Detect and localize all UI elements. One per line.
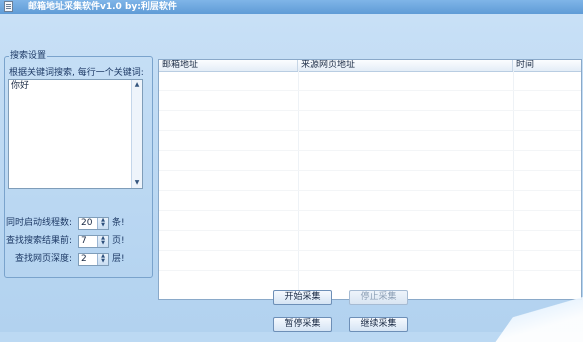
stop-button[interactable]: 停止采集 — [349, 290, 408, 305]
arrow-up-icon[interactable]: ▲ — [132, 80, 142, 90]
column-header-time[interactable]: 时间 — [513, 60, 581, 71]
main-window: 搜索设置 根据关键词搜索, 每行一个关键词: 你好 ▲ ▼ 同时启动线程数: 2… — [0, 14, 583, 342]
result-pages-setting: 查找搜索结果前: 7 ▲ ▼ 页! — [5, 235, 154, 248]
page-depth-setting: 查找网页深度: 2 ▲ ▼ 层! — [5, 253, 154, 266]
title-bar: 邮箱地址采集软件v1.0 by:利层软件 — [0, 0, 583, 14]
result-pages-value: 7 — [81, 236, 87, 246]
arrow-down-icon[interactable]: ▼ — [98, 259, 108, 264]
column-header-source-url[interactable]: 来源网页地址 — [298, 60, 513, 71]
results-table-header: 邮箱地址 来源网页地址 时间 — [159, 60, 581, 72]
window-title: 邮箱地址采集软件v1.0 by:利层软件 — [28, 2, 177, 12]
column-header-email[interactable]: 邮箱地址 — [159, 60, 298, 71]
search-settings-group: 搜索设置 根据关键词搜索, 每行一个关键词: 你好 ▲ ▼ 同时启动线程数: 2… — [4, 50, 154, 278]
pause-button[interactable]: 暂停采集 — [273, 317, 332, 332]
thread-count-stepper[interactable]: 20 ▲ ▼ — [78, 217, 109, 230]
row-divider — [159, 110, 581, 111]
result-pages-stepper[interactable]: 7 ▲ ▼ — [78, 235, 109, 248]
row-divider — [159, 210, 581, 211]
row-divider — [159, 250, 581, 251]
document-icon — [4, 1, 13, 12]
row-divider — [159, 130, 581, 131]
arrow-down-icon[interactable]: ▼ — [132, 178, 142, 188]
result-pages-label: 查找搜索结果前: — [6, 236, 73, 246]
arrow-down-icon[interactable]: ▼ — [98, 223, 108, 228]
row-divider — [159, 90, 581, 91]
page-depth-unit: 层! — [112, 254, 125, 264]
keywords-textarea[interactable]: 你好 ▲ ▼ — [8, 79, 143, 189]
keywords-scrollbar[interactable]: ▲ ▼ — [131, 80, 142, 188]
start-button[interactable]: 开始采集 — [273, 290, 332, 305]
row-divider — [159, 170, 581, 171]
page-depth-label: 查找网页深度: — [15, 254, 73, 264]
row-divider — [159, 270, 581, 271]
row-divider — [159, 190, 581, 191]
row-divider — [159, 230, 581, 231]
arrow-down-icon[interactable]: ▼ — [98, 241, 108, 246]
column-divider — [298, 71, 299, 299]
thread-count-unit: 条! — [112, 218, 125, 228]
result-pages-spin-buttons[interactable]: ▲ ▼ — [97, 236, 108, 247]
resume-button[interactable]: 继续采集 — [349, 317, 408, 332]
page-depth-value: 2 — [81, 254, 87, 264]
thread-count-setting: 同时启动线程数: 20 ▲ ▼ 条! — [5, 217, 154, 230]
page-depth-stepper[interactable]: 2 ▲ ▼ — [78, 253, 109, 266]
page-depth-spin-buttons[interactable]: ▲ ▼ — [97, 254, 108, 265]
row-divider — [159, 150, 581, 151]
keywords-hint: 根据关键词搜索, 每行一个关键词: — [9, 68, 144, 78]
thread-count-label: 同时启动线程数: — [6, 218, 73, 228]
result-pages-unit: 页! — [112, 236, 125, 246]
thread-count-value: 20 — [81, 218, 93, 228]
thread-count-spin-buttons[interactable]: ▲ ▼ — [97, 218, 108, 229]
column-divider — [513, 71, 514, 299]
results-table[interactable]: 邮箱地址 来源网页地址 时间 — [158, 59, 582, 300]
search-settings-title: 搜索设置 — [9, 50, 48, 62]
keywords-text: 你好 — [11, 81, 30, 91]
